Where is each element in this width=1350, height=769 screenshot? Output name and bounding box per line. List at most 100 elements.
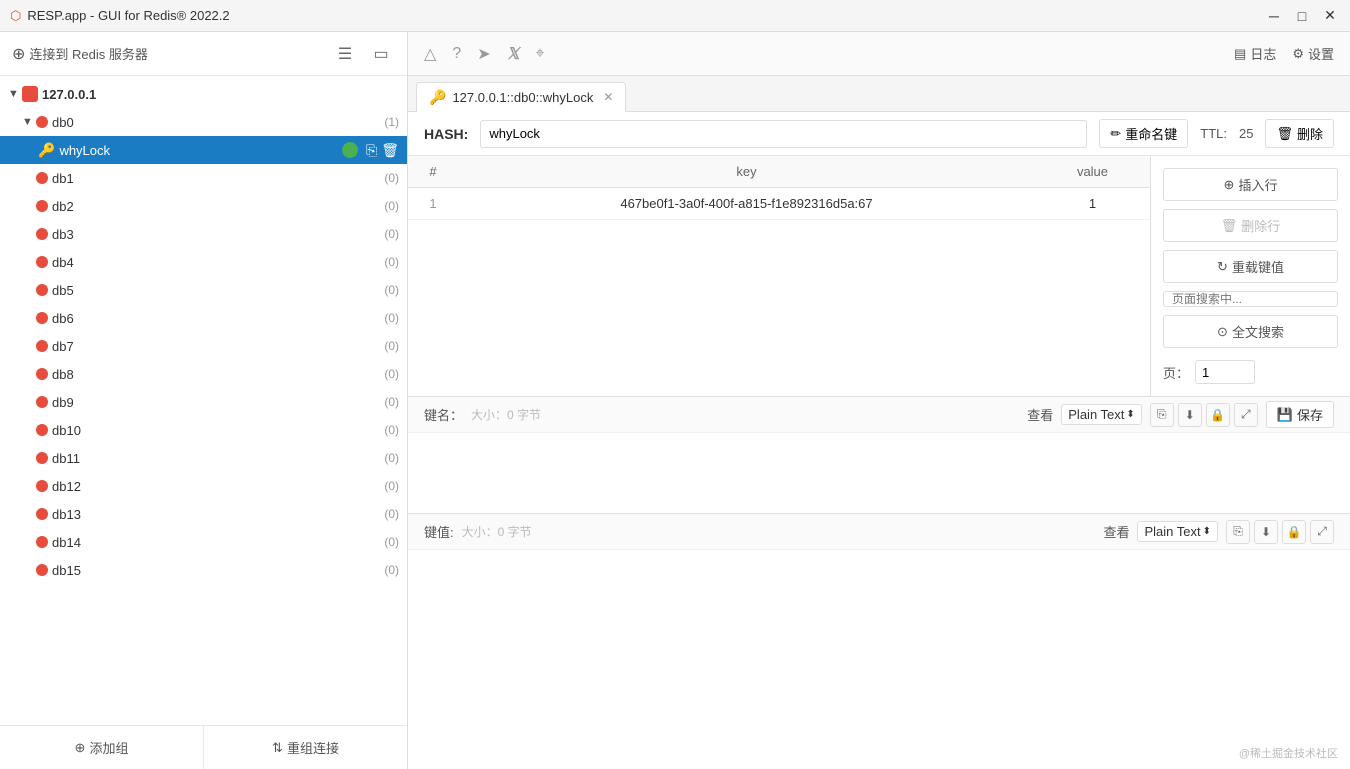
help-icon[interactable]: ?	[452, 45, 461, 63]
db0-node[interactable]: ▼ db0 (1)	[0, 108, 407, 136]
expand-icon[interactable]: ⤢	[1234, 403, 1258, 427]
row-value: 1	[1035, 188, 1150, 220]
db5-node[interactable]: db5 (0)	[0, 276, 407, 304]
connect-label: 连接到 Redis 服务器	[29, 44, 147, 63]
db6-node[interactable]: db6 (0)	[0, 304, 407, 332]
sidebar: ⊕ 连接到 Redis 服务器 ☰ ▭ ▼ 127.0.0.1 ▼ db0 (1…	[0, 32, 408, 769]
db13-icon	[36, 508, 48, 520]
lock-icon[interactable]: 🔒	[1206, 403, 1230, 427]
keyname-view-label: 查看	[1027, 405, 1053, 424]
db3-node[interactable]: db3 (0)	[0, 220, 407, 248]
db10-icon	[36, 424, 48, 436]
reconnect-button[interactable]: ⇅ 重组连接	[204, 726, 407, 769]
page-search-input[interactable]	[1163, 291, 1338, 307]
search-circle-icon: ⊙	[1217, 324, 1228, 340]
expand-val-icon[interactable]: ⤢	[1310, 520, 1334, 544]
reload-button[interactable]: ↻ 重载键值	[1163, 250, 1338, 283]
db9-node[interactable]: db9 (0)	[0, 388, 407, 416]
insert-row-button[interactable]: ⊕ 插入行	[1163, 168, 1338, 201]
db14-node[interactable]: db14 (0)	[0, 528, 407, 556]
db6-icon	[36, 312, 48, 324]
maximize-button[interactable]: □	[1292, 6, 1312, 26]
close-button[interactable]: ✕	[1320, 6, 1340, 26]
key-name-edit-toolbar: 键名： 大小：0 字节 查看 Plain Text ⬍ ⎘ ⬇ 🔒 ⤢	[408, 397, 1350, 433]
download-val-icon[interactable]: ⬇	[1254, 520, 1278, 544]
page-row: 页：	[1163, 360, 1338, 384]
warning-icon[interactable]: △	[424, 44, 436, 64]
status-dot	[342, 142, 358, 158]
keyvalue-edit-content[interactable]	[408, 550, 1350, 640]
keyvalue-format-label: Plain Text	[1144, 524, 1200, 539]
full-search-button[interactable]: ⊙ 全文搜索	[1163, 315, 1338, 348]
gear-icon: ⚙	[1292, 46, 1304, 62]
db11-node[interactable]: db11 (0)	[0, 444, 407, 472]
menu-icon[interactable]: ☰	[331, 40, 359, 68]
download-icon[interactable]: ⬇	[1178, 403, 1202, 427]
rename-button[interactable]: ✏ 重命名键	[1099, 119, 1188, 148]
copy-clipboard-icon[interactable]: ⎘	[1150, 403, 1174, 427]
db0-icon	[36, 116, 48, 128]
trash-icon: 🗑	[1276, 126, 1293, 142]
full-search-label: 全文搜索	[1232, 322, 1284, 341]
reload-icon: ↻	[1217, 259, 1228, 275]
delete-button[interactable]: 🗑 删除	[1265, 119, 1334, 148]
db15-node[interactable]: db15 (0)	[0, 556, 407, 584]
sidebar-toolbar: ⊕ 连接到 Redis 服务器 ☰ ▭	[0, 32, 407, 76]
top-nav: △ ? ➤ 𝕏 ⌖ ▤ 日志 ⚙ 设置	[408, 32, 1350, 76]
whylock-key-item[interactable]: 🔑 whyLock ⎘ 🗑	[0, 136, 407, 164]
minimize-button[interactable]: ─	[1264, 6, 1284, 26]
key-value-edit-area: 键值: 大小：0 字节 查看 Plain Text ⬍ ⎘ ⬇ 🔒 ⤢	[408, 513, 1350, 640]
copy-val-icon[interactable]: ⎘	[1226, 520, 1250, 544]
watermark: @稀土掘金技术社区	[1239, 745, 1338, 761]
log-button[interactable]: ▤ 日志	[1234, 44, 1276, 63]
hash-table: # key value 1 467be0f1-3a0f-400f-a815-f1…	[408, 156, 1150, 220]
db10-label: db10	[52, 423, 384, 438]
db2-node[interactable]: db2 (0)	[0, 192, 407, 220]
db1-node[interactable]: db1 (0)	[0, 164, 407, 192]
keyname-format-select[interactable]: Plain Text ⬍	[1061, 404, 1142, 425]
col-value: value	[1035, 156, 1150, 188]
db8-icon	[36, 368, 48, 380]
db2-label: db2	[52, 199, 384, 214]
lock-val-icon[interactable]: 🔒	[1282, 520, 1306, 544]
github-icon[interactable]: ⌖	[536, 45, 545, 63]
row-num: 1	[408, 188, 458, 220]
reconnect-label: 重组连接	[287, 738, 339, 757]
ttl-label: TTL:	[1200, 126, 1227, 141]
save-icon: 💾	[1277, 407, 1293, 423]
copy-icon[interactable]: ⎘	[366, 142, 377, 159]
hash-name-input[interactable]	[480, 120, 1087, 148]
twitter-icon[interactable]: 𝕏	[507, 44, 520, 64]
db4-node[interactable]: db4 (0)	[0, 248, 407, 276]
tab-close-button[interactable]: ✕	[603, 90, 613, 104]
keyvalue-format-select[interactable]: Plain Text ⬍	[1137, 521, 1218, 542]
keyname-save-button[interactable]: 💾 保存	[1266, 401, 1334, 428]
send-icon[interactable]: ➤	[477, 44, 490, 64]
delete-row-button[interactable]: 🗑 删除行	[1163, 209, 1338, 242]
right-panel: ⊕ 插入行 🗑 删除行 ↻ 重载键值 ⊙ 全文搜索	[1150, 156, 1350, 396]
settings-button[interactable]: ⚙ 设置	[1292, 44, 1334, 63]
insert-row-label: 插入行	[1238, 175, 1277, 194]
db2-icon	[36, 200, 48, 212]
table-row[interactable]: 1 467be0f1-3a0f-400f-a815-f1e892316d5a:6…	[408, 188, 1150, 220]
db3-label: db3	[52, 227, 384, 242]
key-name-edit-area: 键名： 大小：0 字节 查看 Plain Text ⬍ ⎘ ⬇ 🔒 ⤢	[408, 396, 1350, 513]
db7-node[interactable]: db7 (0)	[0, 332, 407, 360]
row-key: 467be0f1-3a0f-400f-a815-f1e892316d5a:67	[458, 188, 1035, 220]
db8-node[interactable]: db8 (0)	[0, 360, 407, 388]
hash-label: HASH:	[424, 126, 468, 142]
page-input[interactable]	[1195, 360, 1255, 384]
db10-node[interactable]: db10 (0)	[0, 416, 407, 444]
db12-node[interactable]: db12 (0)	[0, 472, 407, 500]
connect-button[interactable]: ⊕ 连接到 Redis 服务器	[12, 44, 323, 64]
keyname-edit-content[interactable]	[408, 433, 1350, 513]
panel-icon[interactable]: ▭	[367, 40, 395, 68]
add-group-button[interactable]: ⊕ 添加组	[0, 726, 204, 769]
db13-node[interactable]: db13 (0)	[0, 500, 407, 528]
rename-label: 重命名键	[1125, 124, 1177, 143]
server-node[interactable]: ▼ 127.0.0.1	[0, 80, 407, 108]
keyvalue-view-label: 查看	[1103, 522, 1129, 541]
tab-whylock[interactable]: 🔑 127.0.0.1::db0::whyLock ✕	[416, 82, 626, 112]
title-bar: ⬡ RESP.app - GUI for Redis® 2022.2 ─ □ ✕	[0, 0, 1350, 32]
delete-key-icon[interactable]: 🗑	[381, 142, 399, 159]
